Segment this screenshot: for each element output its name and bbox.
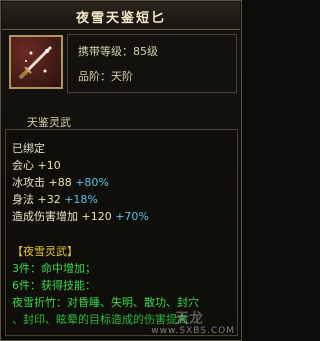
stat-name: 会心 [12,159,34,172]
stat-name: 冰攻击 [12,176,45,189]
item-info-box: 携带等级：85级 品阶：天阶 [67,34,237,93]
stats-panel: 已绑定 会心 +10 冰攻击 +88 +80% 身法 +32 +18% 造成伤害… [5,129,238,336]
stat-name: 造成伤害增加 [12,210,78,223]
bound-status: 已绑定 [12,142,45,155]
stat-base: +120 [81,210,112,223]
tooltip-title-bar: 夜雪天鉴短匕 [2,2,240,30]
item-tooltip: 夜雪天鉴短匕 携带等级：85级 品阶：天阶 天鉴灵武 已绑定 会心 +10 冰攻… [0,0,242,341]
dagger-icon[interactable] [9,35,63,89]
stat-bonus: +70% [115,210,149,223]
stat-base: +88 [48,176,72,189]
stat-row: 冰攻击 +88 +80% [12,174,109,190]
set-skill-line-2: 、封印、眩晕的目标造成的伤害提高 [12,313,188,326]
item-name: 夜雪天鉴短匕 [75,11,166,26]
watermark-logo: 天龙 [175,311,203,327]
stat-base: +32 [37,193,61,206]
watermark-url: www.SXBS.COM [151,326,235,336]
stat-bonus: +18% [64,193,98,206]
item-grade: 品阶：天阶 [78,70,133,83]
set-skill-line-1: 夜雪折竹：对昏睡、失明、散功、封穴 [12,296,199,309]
stat-bonus: +80% [75,176,109,189]
stat-row: 会心 +10 [12,157,61,173]
set-title: 【夜雪灵武】 [12,245,78,258]
item-sub-type: 天鉴灵武 [27,116,71,129]
stat-name: 身法 [12,193,34,206]
stat-row: 身法 +32 +18% [12,191,98,207]
stat-base: +10 [37,159,61,172]
carry-level: 携带等级：85级 [78,45,158,58]
set-bonus-6: 6件：获得技能： [12,279,96,292]
stat-row: 造成伤害增加 +120 +70% [12,208,149,224]
set-bonus-3: 3件：命中增加； [12,262,96,275]
